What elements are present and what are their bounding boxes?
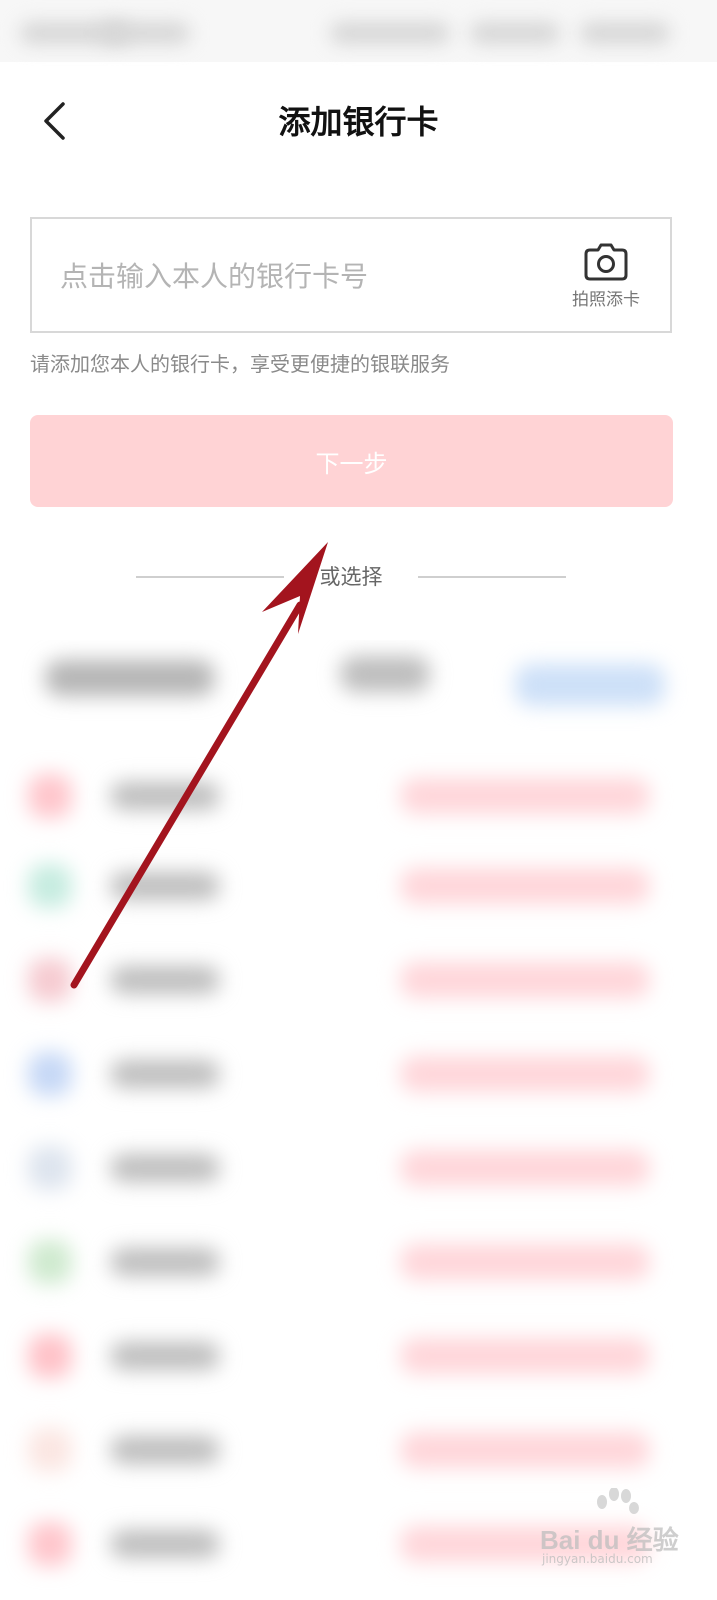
header: 添加银行卡 bbox=[0, 80, 717, 164]
page: 添加银行卡 拍照添卡 请添加您本人的银行卡，享受更便捷的银联服务 下一步 或选择 bbox=[0, 0, 717, 1600]
bank-list-blurred bbox=[0, 640, 717, 1600]
page-title: 添加银行卡 bbox=[278, 103, 439, 141]
status-bar bbox=[0, 0, 717, 62]
bank-row[interactable] bbox=[0, 842, 717, 936]
bank-row[interactable] bbox=[0, 1030, 717, 1124]
photo-add-card-label: 拍照添卡 bbox=[572, 290, 640, 310]
hint-text: 请添加您本人的银行卡，享受更便捷的银联服务 bbox=[30, 352, 450, 376]
watermark-url: jingyan.baidu.com bbox=[542, 1552, 653, 1566]
back-button[interactable] bbox=[34, 96, 74, 146]
or-choose-divider: 或选择 bbox=[136, 560, 566, 594]
card-number-field[interactable]: 拍照添卡 bbox=[30, 217, 672, 333]
bank-row[interactable] bbox=[0, 936, 717, 1030]
photo-add-card-button[interactable]: 拍照添卡 bbox=[556, 243, 656, 313]
bank-row[interactable] bbox=[0, 1124, 717, 1218]
or-choose-label: 或选择 bbox=[319, 565, 383, 589]
bank-row[interactable] bbox=[0, 752, 717, 846]
camera-icon bbox=[584, 243, 628, 281]
bank-row[interactable] bbox=[0, 1218, 717, 1312]
next-step-button[interactable]: 下一步 bbox=[30, 415, 673, 507]
chevron-left-icon bbox=[44, 102, 65, 140]
baidu-jingyan-watermark: Bai du 经验 jingyan.baidu.com bbox=[540, 1488, 710, 1568]
bank-row[interactable] bbox=[0, 1312, 717, 1406]
bank-row[interactable] bbox=[0, 1406, 717, 1500]
card-number-input[interactable] bbox=[58, 219, 562, 333]
